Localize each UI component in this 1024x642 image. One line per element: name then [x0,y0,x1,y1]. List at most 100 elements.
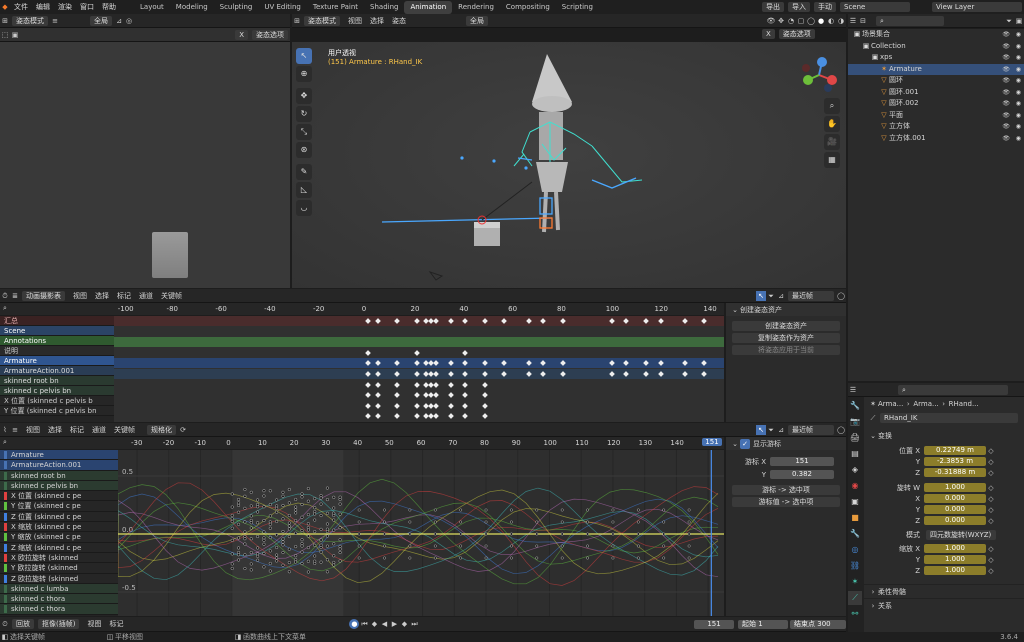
menu-icon[interactable]: ≡ [50,16,60,26]
pose-library-section-header[interactable]: ⌄ 创建姿态资产 [726,303,846,316]
fcurve-keyframe[interactable] [300,515,304,519]
fcurve-keyframe[interactable] [535,532,539,536]
shading-render-icon[interactable]: ◑ [836,16,846,26]
current-frame-indicator[interactable]: 151 [702,438,722,446]
bone-tab-icon[interactable]: ⟋ [848,591,862,605]
fcurve-keyframe[interactable] [313,554,317,558]
fcurve-keyframe[interactable] [408,544,412,548]
relations-section[interactable]: › 关系 [864,598,1024,612]
keyframe-marker[interactable] [682,360,688,367]
keyframe-marker[interactable] [462,402,469,409]
fcurve-keyframe[interactable] [275,506,279,510]
fcurve-keyframe[interactable] [687,508,691,512]
keyframe-marker[interactable] [482,392,488,399]
snap-icon[interactable]: ⊿ [776,291,786,301]
fcurve-keyframe[interactable] [237,503,241,507]
select-mode-icon[interactable]: ▣ [10,30,20,40]
next-key-icon[interactable]: ◆ [399,619,409,629]
fcurve-keyframe[interactable] [306,559,310,563]
editor-type-icon[interactable]: ⊞ [292,16,302,26]
dopesheet-channel[interactable]: X 位置 (skinned c pelvis b [0,396,114,406]
filter-icon[interactable]: ⏷ [1004,16,1014,26]
editor-type-icon[interactable]: ☰ [848,16,858,26]
fcurve-keyframe[interactable] [281,517,285,521]
keyframe-marker[interactable] [623,371,630,377]
cursor-x-field[interactable]: 151 [770,457,834,466]
fcurve-keyframe[interactable] [560,556,564,560]
play-reverse-icon[interactable]: ◀ [379,619,389,629]
keyframe-marker[interactable] [413,360,420,367]
prev-key-icon[interactable]: ◆ [369,619,379,629]
keyframe-marker[interactable] [413,349,420,356]
dopesheet-channel[interactable]: Y 位置 (skinned c pelvis bn [0,406,114,416]
fcurve-keyframe[interactable] [338,526,342,530]
fcurve-keyframe[interactable] [484,520,488,524]
workspace-tab[interactable]: Sculpting [214,1,259,14]
fcurve-keyframe[interactable] [484,532,488,536]
main-viewport[interactable]: 用户透视 (151) Armature : RHand_IK ↖ ⊕ ✥ ↻ ⤡… [292,42,846,288]
keyframe-marker[interactable] [462,381,469,388]
render-tab-icon[interactable]: 📷 [848,415,862,429]
fcurve-keyframe[interactable] [287,501,291,505]
dopesheet-keyframes[interactable] [114,316,724,422]
workspace-tab[interactable]: Texture Paint [307,1,364,14]
outliner-row[interactable]: ▽ 圆环.001 👁 ◉ [848,87,1024,99]
fcurve-keyframe[interactable] [281,490,285,494]
workspace-tab[interactable]: UV Editing [258,1,307,14]
outliner-row[interactable]: ▣ Collection 👁 ◉ [848,41,1024,53]
fcurve-keyframe[interactable] [243,530,247,534]
graph-channel[interactable]: Y 位置 (skinned c pe [0,501,118,512]
render-camera-icon[interactable]: ◉ [1016,41,1021,53]
graph-channel[interactable]: skinned c thora [0,594,118,605]
fcurve-keyframe[interactable] [313,512,317,516]
visibility-eye-icon[interactable]: 👁 [1002,52,1010,64]
keyframe-marker[interactable] [482,413,488,420]
keyframe-marker[interactable] [540,360,547,367]
keyframe-icon[interactable]: ◇ [986,516,996,526]
fcurve-keyframe[interactable] [262,519,266,523]
fcurve-keyframe[interactable] [306,534,310,538]
fcurve-keyframe[interactable] [325,486,329,490]
keyframe-marker[interactable] [682,318,688,324]
fcurve-keyframe[interactable] [230,538,234,542]
keyframe-marker[interactable] [364,360,371,367]
fcurve-keyframe[interactable] [287,513,291,517]
fcurve-keyframe[interactable] [332,563,336,567]
keyframe-marker[interactable] [462,413,469,420]
keyframe-marker[interactable] [482,402,488,409]
fcurve-keyframe[interactable] [586,544,589,548]
mode-selector[interactable]: 姿态模式 [304,15,340,26]
create-pose-asset-button[interactable]: 创建姿态资产 [732,321,840,331]
fcurve-keyframe[interactable] [243,542,247,546]
fcurve-keyframe[interactable] [325,544,329,548]
fcurve-keyframe[interactable] [319,496,323,500]
keyframe-marker[interactable] [394,360,400,367]
fcurve-keyframe[interactable] [281,537,285,541]
fcurve-keyframe[interactable] [484,556,488,560]
render-camera-icon[interactable]: ◉ [1016,87,1021,99]
keyframe-marker[interactable] [447,392,454,399]
fcurve-keyframe[interactable] [325,534,329,538]
keyframe-marker[interactable] [462,360,469,367]
keyframe-marker[interactable] [657,371,664,377]
fcurve-keyframe[interactable] [306,499,310,503]
fcurve-keyframe[interactable] [287,535,291,539]
fcurve-keyframe[interactable] [281,540,285,544]
dopesheet-menu-item[interactable]: 选择 [95,291,109,301]
keyframe-icon[interactable]: ◇ [986,494,996,504]
graph-channel[interactable]: skinned c thora [0,604,118,615]
fcurve-keyframe[interactable] [586,520,589,524]
fcurve-keyframe[interactable] [313,506,317,510]
graph-channel[interactable]: skinned root bn [0,470,118,481]
keyframe-marker[interactable] [364,392,371,399]
fcurve-keyframe[interactable] [281,551,285,555]
fcurve-keyframe[interactable] [687,520,691,524]
view-layer-tab-icon[interactable]: ▤ [848,447,862,461]
fcurve-keyframe[interactable] [687,544,691,548]
fcurve-keyframe[interactable] [383,532,386,536]
fcurve-keyframe[interactable] [256,554,260,558]
constraint-tab-icon[interactable]: ⛓ [848,559,862,573]
fcurve-keyframe[interactable] [294,554,298,558]
fcurve-keyframe[interactable] [230,566,234,570]
fcurve-keyframe[interactable] [287,524,291,528]
